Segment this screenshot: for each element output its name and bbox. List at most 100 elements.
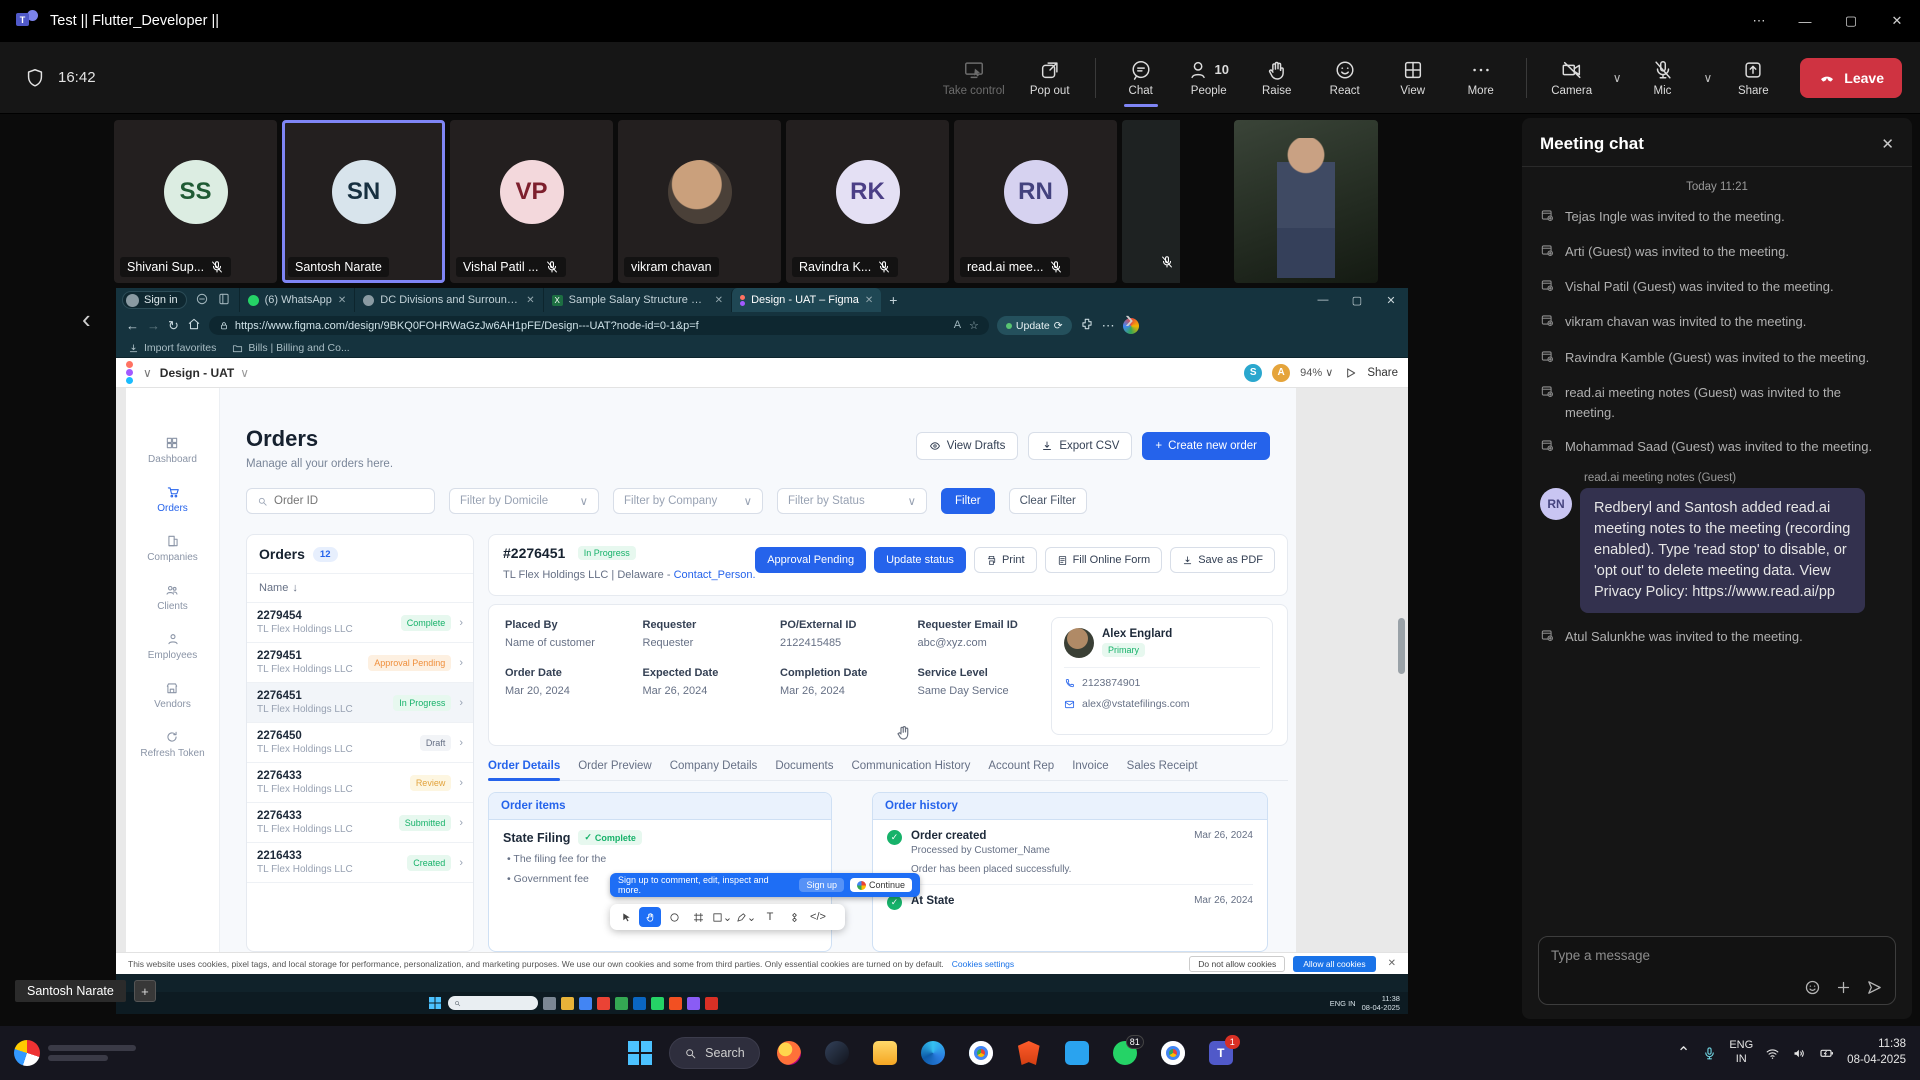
volume-icon[interactable] (1792, 1046, 1807, 1061)
favorite-bills-folder[interactable]: Bills | Billing and Co... (232, 342, 349, 354)
order-id-search-field[interactable] (246, 488, 435, 514)
chat-message-input[interactable] (1551, 948, 1883, 963)
taskbar-search[interactable]: Search (669, 1037, 760, 1069)
filter-domicile-select[interactable]: Filter by Domicile∨ (449, 488, 599, 514)
tab-invoice[interactable]: Invoice (1072, 760, 1108, 772)
tab-close-icon[interactable]: ✕ (715, 295, 723, 306)
contact-email[interactable]: alex@vstatefilings.com (1082, 698, 1190, 710)
order-row[interactable]: 2216433TL Flex Holdings LLC Created› (247, 843, 473, 883)
sidebar-item-dashboard[interactable]: Dashboard (148, 436, 197, 465)
cookie-close-icon[interactable]: ✕ (1388, 958, 1396, 969)
participant-tile[interactable]: VP Vishal Patil ... (450, 120, 613, 283)
frame-tool-icon[interactable] (687, 907, 709, 927)
minimize-button[interactable]: — (1782, 0, 1828, 42)
comment-tool-icon[interactable] (663, 907, 685, 927)
figma-zoom-level[interactable]: 94% ∨ (1300, 366, 1333, 379)
view-drafts-button[interactable]: View Drafts (916, 432, 1019, 460)
participant-tile-partial[interactable] (1122, 120, 1180, 283)
print-button[interactable]: Print (974, 547, 1037, 573)
favorite-star-icon[interactable]: ☆ (969, 319, 979, 332)
save-as-pdf-button[interactable]: Save as PDF (1170, 547, 1275, 573)
taskbar-chrome-icon[interactable] (962, 1034, 1000, 1072)
mic-button[interactable]: Mic (1632, 55, 1694, 101)
order-row-selected[interactable]: 2276451TL Flex Holdings LLC In Progress› (247, 683, 473, 723)
order-row[interactable]: 2279451TL Flex Holdings LLC Approval Pen… (247, 643, 473, 683)
titlebar-more-icon[interactable]: ⋯ (1736, 0, 1782, 42)
taskbar-copilot-icon[interactable] (818, 1034, 856, 1072)
more-button[interactable]: More (1450, 55, 1512, 101)
tray-mic-icon[interactable] (1702, 1046, 1717, 1061)
tiles-scroll-right-icon[interactable]: › (1125, 304, 1134, 335)
tab-documents[interactable]: Documents (775, 760, 833, 772)
filter-status-select[interactable]: Filter by Status∨ (777, 488, 927, 514)
fill-online-form-button[interactable]: Fill Online Form (1045, 547, 1163, 573)
hand-tool-icon-active[interactable] (639, 907, 661, 927)
import-favorites-link[interactable]: Import favorites (128, 342, 216, 354)
read-aloud-icon[interactable]: A (954, 319, 961, 332)
chat-close-icon[interactable]: ✕ (1881, 135, 1894, 153)
canvas-scrollbar[interactable] (1398, 618, 1405, 674)
sidebar-item-clients[interactable]: Clients (157, 583, 188, 612)
chat-input-box[interactable] (1538, 936, 1896, 1005)
attach-plus-icon[interactable] (1835, 979, 1852, 996)
battery-icon[interactable] (1819, 1045, 1835, 1061)
raise-hand-button[interactable]: Raise (1246, 55, 1308, 101)
google-continue-button[interactable]: Continue (850, 878, 912, 892)
tab-communication-history[interactable]: Communication History (851, 760, 970, 772)
taskbar-teams-icon[interactable]: T 1 (1202, 1034, 1240, 1072)
browser-tab-figma-active[interactable]: Design - UAT – Figma✕ (731, 288, 881, 312)
close-button[interactable]: ✕ (1874, 0, 1920, 42)
pop-out-button[interactable]: Pop out (1019, 55, 1081, 101)
tiles-scroll-left-icon[interactable]: ‹ (82, 304, 91, 335)
sidebar-item-companies[interactable]: Companies (147, 534, 198, 563)
tab-account-rep[interactable]: Account Rep (988, 760, 1054, 772)
tab-sales-receipt[interactable]: Sales Receipt (1127, 760, 1198, 772)
taskbar-vscode-icon[interactable] (1058, 1034, 1096, 1072)
tab-order-details[interactable]: Order Details (488, 760, 560, 772)
sidebar-item-refresh-token[interactable]: Refresh Token (140, 730, 204, 759)
pen-tool-icon[interactable]: ⌄ (735, 907, 757, 927)
taskbar-explorer-icon[interactable] (866, 1034, 904, 1072)
back-icon[interactable]: ← (126, 318, 139, 333)
tray-language[interactable]: ENGIN (1729, 1039, 1753, 1067)
browser-close-button[interactable]: ✕ (1374, 288, 1408, 312)
participant-tile-active-speaker[interactable]: SN Santosh Narate (282, 120, 445, 283)
shape-tool-icon[interactable]: ⌄ (711, 907, 733, 927)
name-column-header[interactable]: Name↓ (247, 574, 473, 603)
taskbar-edge-icon[interactable] (914, 1034, 952, 1072)
update-status-button[interactable]: Update status (874, 547, 966, 573)
sidebar-item-orders[interactable]: Orders (157, 485, 188, 514)
create-new-order-button[interactable]: + Create new order (1142, 432, 1270, 460)
deny-cookies-button[interactable]: Do not allow cookies (1189, 956, 1285, 972)
collaborator-avatar[interactable]: S (1244, 364, 1262, 382)
refresh-icon[interactable]: ↻ (168, 318, 179, 334)
participant-video-tile[interactable] (1234, 120, 1378, 283)
view-button[interactable]: View (1382, 55, 1444, 101)
figma-menu-chevron[interactable]: ∨ (143, 366, 152, 380)
taskbar-chrome-beta-icon[interactable] (1154, 1034, 1192, 1072)
forward-icon[interactable]: → (147, 318, 160, 333)
tab-close-icon[interactable]: ✕ (865, 295, 873, 306)
approval-pending-button[interactable]: Approval Pending (755, 547, 866, 573)
sidebar-item-vendors[interactable]: Vendors (154, 681, 191, 710)
filter-button[interactable]: Filter (941, 488, 995, 514)
camera-options-chevron[interactable]: ∨ (1609, 71, 1626, 85)
browser-tab-whatsapp[interactable]: (6) WhatsApp✕ (239, 288, 355, 312)
vertical-tabs-icon[interactable] (217, 292, 231, 309)
chat-button[interactable]: Chat (1110, 55, 1172, 101)
address-bar[interactable]: https://www.figma.com/design/9BKQ0FOHRWa… (209, 316, 989, 335)
participant-tile[interactable]: vikram chavan (618, 120, 781, 283)
text-tool-icon[interactable]: T (759, 907, 781, 927)
figma-sign-up-button[interactable]: Sign up (799, 878, 844, 892)
browser-settings-icon[interactable]: ⋯ (1102, 318, 1115, 334)
emoji-icon[interactable] (1804, 979, 1821, 996)
leave-button[interactable]: Leave (1800, 58, 1902, 98)
browser-minimize-button[interactable]: — (1306, 288, 1340, 312)
taskbar-widget[interactable] (14, 1040, 184, 1066)
dev-mode-tool-icon[interactable]: </> (807, 907, 829, 927)
tray-expand-chevron[interactable]: ⌃ (1677, 1043, 1690, 1063)
taskbar-brave-icon[interactable] (1010, 1034, 1048, 1072)
new-tab-button[interactable]: + (889, 292, 897, 308)
tab-company-details[interactable]: Company Details (670, 760, 758, 772)
browser-tab-excel[interactable]: X Sample Salary Structure with calc✕ (543, 288, 731, 312)
